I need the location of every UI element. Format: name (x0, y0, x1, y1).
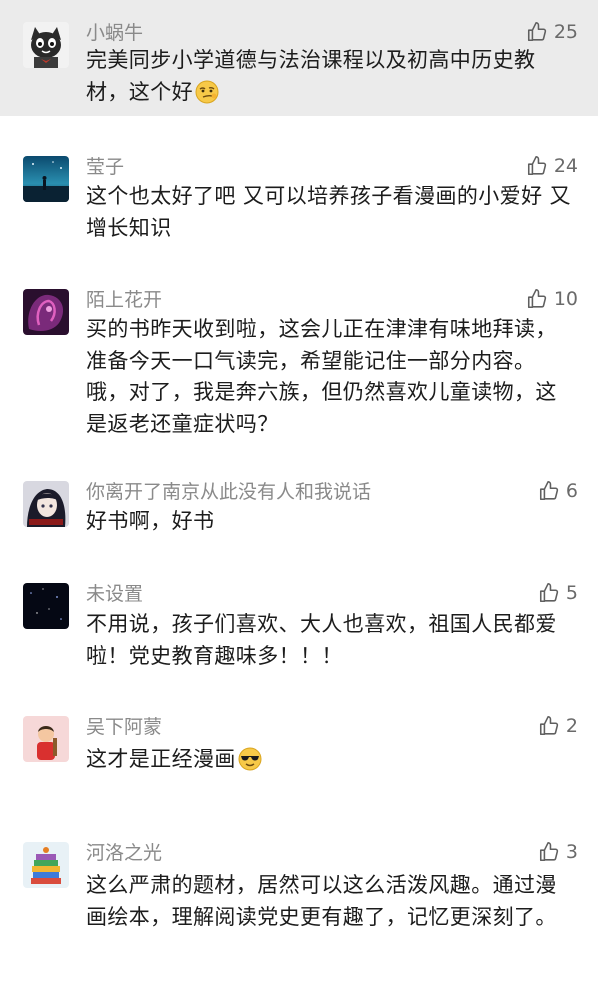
like-count: 6 (565, 480, 578, 502)
comment-list: 小蜗牛 25 完美同步小学道德与法治课程以及初高中历史教材，这个好 莹子 24 … (0, 0, 598, 1000)
comment-item[interactable]: 小蜗牛 25 完美同步小学道德与法治课程以及初高中历史教材，这个好 (0, 0, 598, 116)
like-button[interactable]: 5 (538, 580, 578, 606)
anime-avatar-icon[interactable] (23, 481, 69, 527)
purple-portrait-avatar-icon[interactable] (23, 289, 69, 335)
comment-item[interactable]: 吴下阿蒙 2 这才是正经漫画 (0, 708, 598, 834)
comment-text-content: 完美同步小学道德与法治课程以及初高中历史教材，这个好 (86, 48, 536, 104)
thumbs-up-icon (527, 156, 546, 176)
like-button[interactable]: 10 (526, 286, 578, 312)
username[interactable]: 陌上花开 (86, 289, 162, 311)
thumbs-up-icon (539, 481, 559, 501)
book-stack-avatar-icon[interactable] (23, 842, 69, 888)
cartoon-avatar-icon[interactable] (23, 716, 69, 762)
night-scene-avatar-icon[interactable] (23, 156, 69, 202)
like-count: 2 (565, 715, 578, 737)
comment-item[interactable]: 河洛之光 3 这么严肃的题材，居然可以这么活泼风趣。通过漫画绘本，理解阅读党史更… (0, 834, 598, 1000)
username[interactable]: 莹子 (86, 156, 124, 178)
comment-text: 好书啊，好书 (86, 509, 215, 533)
like-count: 3 (565, 841, 578, 863)
thumbs-up-icon (539, 842, 559, 862)
username[interactable]: 未设置 (86, 583, 143, 605)
thumbs-up-icon (539, 716, 559, 736)
cat-avatar-icon[interactable] (23, 22, 69, 68)
thumbs-up-icon (527, 22, 546, 42)
comment-text: 不用说，孩子们喜欢、大人也喜欢，祖国人民都爱啦！党史教育趣味多！！！ (86, 612, 557, 668)
like-button[interactable]: 3 (538, 839, 578, 865)
like-count: 10 (553, 288, 578, 310)
like-count: 25 (553, 21, 578, 43)
comment-text-content: 这才是正经漫画 (86, 747, 236, 771)
username[interactable]: 小蜗牛 (86, 22, 143, 44)
smirk-emoji-icon (195, 80, 219, 103)
like-button[interactable]: 25 (526, 19, 578, 45)
comment-text: 这么严肃的题材，居然可以这么活泼风趣。通过漫画绘本，理解阅读党史更有趣了，记忆更… (86, 873, 557, 929)
comment-item[interactable]: 莹子 24 这个也太好了吧 又可以培养孩子看漫画的小爱好 又增长知识 (0, 116, 598, 249)
like-button[interactable]: 24 (526, 153, 578, 179)
comment-text: 买的书昨天收到啦，这会儿正在津津有味地拜读，准备今天一口气读完，希望能记住一部分… (86, 317, 557, 436)
comment-text: 完美同步小学道德与法治课程以及初高中历史教材，这个好 (86, 45, 578, 108)
comment-item[interactable]: 未设置 5 不用说，孩子们喜欢、大人也喜欢，祖国人民都爱啦！党史教育趣味多！！！ (0, 571, 598, 708)
username[interactable]: 你离开了南京从此没有人和我说话 (86, 481, 371, 503)
like-count: 5 (565, 582, 578, 604)
comment-item[interactable]: 你离开了南京从此没有人和我说话 6 好书啊，好书 (0, 459, 598, 571)
sunglasses-emoji-icon (238, 747, 262, 771)
thumbs-up-icon (527, 289, 546, 309)
starry-sky-avatar-icon[interactable] (23, 583, 69, 629)
comment-item[interactable]: 陌上花开 10 买的书昨天收到啦，这会儿正在津津有味地拜读，准备今天一口气读完，… (0, 249, 598, 459)
comment-text: 这才是正经漫画 (86, 744, 578, 776)
username[interactable]: 吴下阿蒙 (86, 716, 162, 738)
like-count: 24 (553, 155, 578, 177)
comment-text: 这个也太好了吧 又可以培养孩子看漫画的小爱好 又增长知识 (86, 184, 571, 240)
thumbs-up-icon (539, 583, 559, 603)
like-button[interactable]: 2 (538, 713, 578, 739)
username[interactable]: 河洛之光 (86, 842, 162, 864)
like-button[interactable]: 6 (538, 478, 578, 504)
